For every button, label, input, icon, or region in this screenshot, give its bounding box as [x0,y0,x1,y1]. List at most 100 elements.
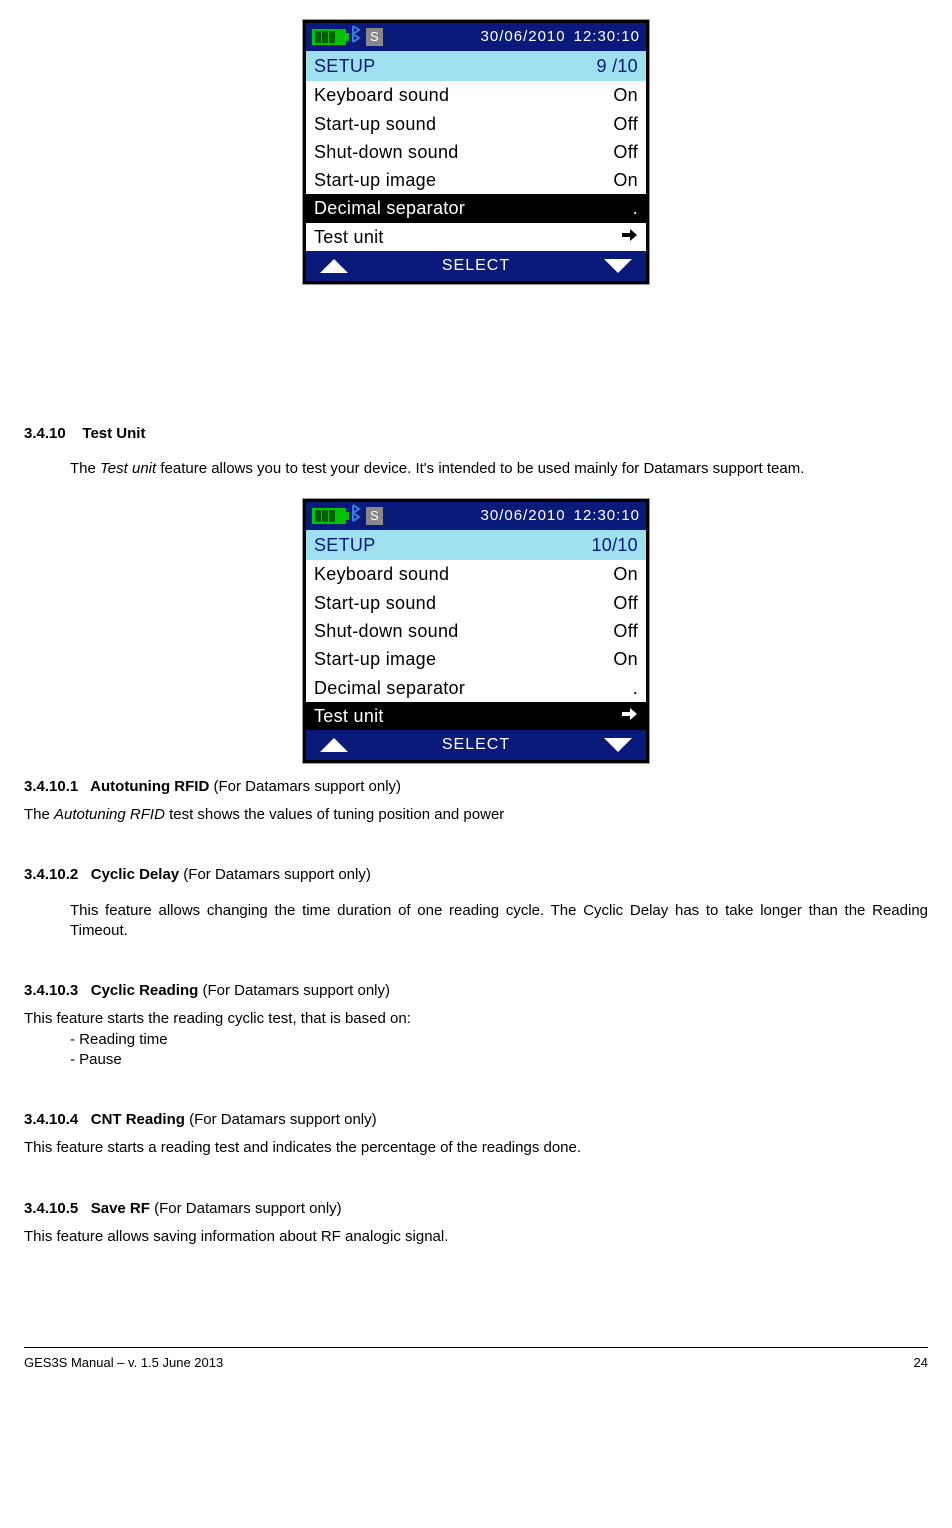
menu-row[interactable]: Start-up image On [306,645,646,673]
section-note: (For Datamars support only) [150,1200,342,1217]
menu-value: On [613,562,638,586]
setup-header: SETUP 10/10 [306,530,646,560]
section-title: Test Unit [82,425,145,442]
section-title: CNT Reading [91,1111,185,1128]
section-3-4-10-2-heading: 3.4.10.2 Cyclic Delay (For Datamars supp… [24,865,928,885]
menu-row[interactable]: Decimal separator. [306,674,646,702]
section-3-4-10-2-body: This feature allows changing the time du… [70,901,928,942]
section-title: Cyclic Reading [91,982,199,999]
section-note: (For Datamars support only) [209,778,401,795]
bottom-bar: SELECT [306,730,646,760]
signal-letter: S [366,28,383,46]
menu-row[interactable]: Decimal separator. [306,194,646,222]
nav-down-icon[interactable] [604,259,632,273]
section-3-4-10-5-heading: 3.4.10.5 Save RF (For Datamars support o… [24,1199,928,1219]
nav-down-icon[interactable] [604,738,632,752]
setup-header: SETUP 9 /10 [306,51,646,81]
section-note: (For Datamars support only) [185,1111,377,1128]
menu-label: Start-up sound [314,591,436,615]
battery-icon [312,508,346,524]
section-3-4-10-3-heading: 3.4.10.3 Cyclic Reading (For Datamars su… [24,981,928,1001]
status-date: 30/06/2010 [481,506,566,526]
section-title: Autotuning RFID [90,778,209,795]
submenu-arrow-icon [620,704,638,728]
menu-row[interactable]: Keyboard sound On [306,81,646,109]
menu-value: Off [613,591,638,615]
menu-value: . [633,676,638,700]
footer-left: GES3S Manual – v. 1.5 June 2013 [24,1354,223,1372]
section-title: Cyclic Delay [91,866,179,883]
list-item: Pause [70,1050,928,1070]
section-3-4-10-4-heading: 3.4.10.4 CNT Reading (For Datamars suppo… [24,1110,928,1130]
setup-index: 10/10 [591,533,638,557]
section-number: 3.4.10.2 [24,866,78,883]
menu-label: Start-up image [314,168,436,192]
menu-value: On [613,83,638,107]
menu-row[interactable]: Test unit [306,702,646,730]
menu-value: Off [613,619,638,643]
nav-up-icon[interactable] [320,259,348,273]
bottom-bar: SELECT [306,251,646,281]
device-screen-b: S 30/06/2010 12:30:10 SETUP 10/10 Keyboa… [303,499,649,763]
section-3-4-10-3-list: Reading timePause [70,1030,928,1071]
section-title: Save RF [91,1200,150,1217]
section-number: 3.4.10.4 [24,1111,78,1128]
setup-index: 9 /10 [596,54,638,78]
section-3-4-10-1-heading: 3.4.10.1 Autotuning RFID (For Datamars s… [24,777,928,797]
menu-value: Off [613,112,638,136]
menu-row[interactable]: Start-up image On [306,166,646,194]
body-text: feature allows you to test your device. … [156,460,804,477]
menu-rows-a: Keyboard sound On Start-up soundOffShut-do… [306,81,646,251]
setup-label: SETUP [314,54,376,78]
status-bar: S 30/06/2010 12:30:10 [306,502,646,530]
menu-label: Shut-down sound [314,140,459,164]
menu-value: Off [613,140,638,164]
status-time: 12:30:10 [574,27,640,47]
menu-rows-b: Keyboard soundOnStart-up soundOffShut-do… [306,560,646,730]
section-3-4-10-heading: 3.4.10 Test Unit [24,424,928,444]
device-screen-a: S 30/06/2010 12:30:10 SETUP 9 /10 Keyboa… [303,20,649,284]
section-number: 3.4.10.3 [24,982,78,999]
nav-up-icon[interactable] [320,738,348,752]
menu-row[interactable]: Shut-down sound Off [306,617,646,645]
menu-label: Decimal separator [314,676,465,700]
select-button[interactable]: SELECT [442,255,510,277]
setup-label: SETUP [314,533,376,557]
body-text-italic: Autotuning RFID [54,806,165,823]
body-text: The [70,460,100,477]
menu-value: On [613,647,638,671]
status-date: 30/06/2010 [481,27,566,47]
section-number: 3.4.10.5 [24,1200,78,1217]
menu-row[interactable]: Test unit [306,223,646,251]
menu-label: Test unit [314,704,384,728]
body-text-italic: Test unit [100,460,156,477]
status-time: 12:30:10 [574,506,640,526]
body-text: test shows the values of tuning position… [165,806,504,823]
menu-row[interactable]: Shut-down sound Off [306,138,646,166]
list-item: Reading time [70,1030,928,1050]
section-3-4-10-3-body: This feature starts the reading cyclic t… [24,1009,928,1029]
menu-label: Shut-down sound [314,619,459,643]
section-number: 3.4.10.1 [24,778,78,795]
menu-row[interactable]: Keyboard sound On [306,560,646,588]
menu-label: Keyboard sound [314,83,449,107]
section-number: 3.4.10 [24,425,66,442]
section-note: (For Datamars support only) [198,982,390,999]
section-3-4-10-1-body: The Autotuning RFID test shows the value… [24,805,928,825]
page-footer: GES3S Manual – v. 1.5 June 2013 24 [24,1347,928,1372]
menu-label: Decimal separator [314,196,465,220]
menu-value: . [633,196,638,220]
body-text: The [24,806,54,823]
section-3-4-10-5-body: This feature allows saving information a… [24,1227,928,1247]
signal-letter: S [366,507,383,525]
section-3-4-10-body: The Test unit feature allows you to test… [70,459,928,479]
menu-label: Keyboard sound [314,562,449,586]
submenu-arrow-icon [620,225,638,249]
menu-row[interactable]: Start-up sound Off [306,589,646,617]
bluetooth-icon [350,504,362,528]
menu-value: On [613,168,638,192]
menu-label: Start-up image [314,647,436,671]
menu-row[interactable]: Start-up soundOff [306,110,646,138]
select-button[interactable]: SELECT [442,734,510,756]
section-note: (For Datamars support only) [179,866,371,883]
